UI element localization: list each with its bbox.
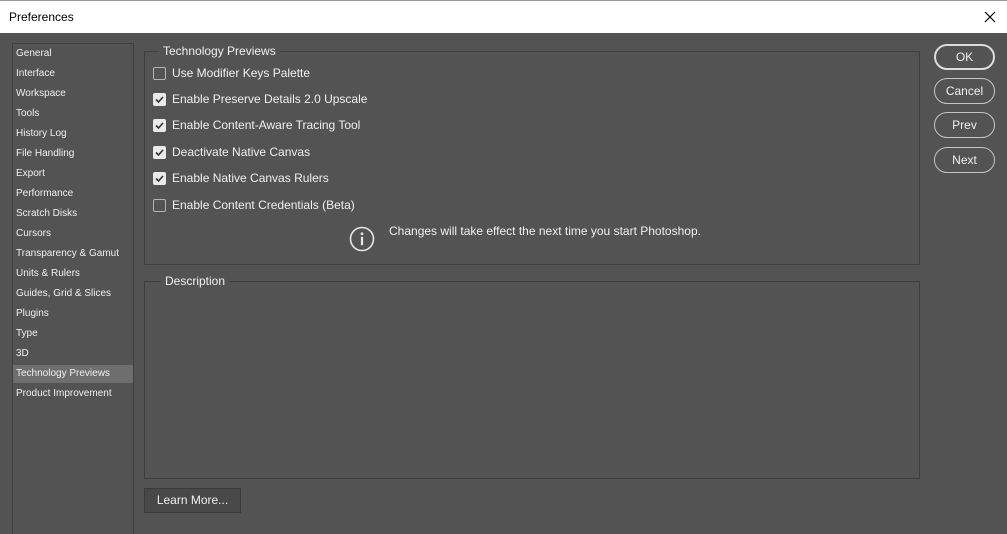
- learn-more-button[interactable]: Learn More...: [144, 488, 241, 513]
- option-label: Use Modifier Keys Palette: [172, 66, 311, 80]
- checkbox[interactable]: [153, 146, 166, 159]
- sidebar-item-3d[interactable]: 3D: [13, 345, 133, 363]
- checkbox[interactable]: [153, 119, 166, 132]
- info-icon: [349, 226, 375, 252]
- sidebar-item-cursors[interactable]: Cursors: [13, 225, 133, 243]
- sidebar-item-plugins[interactable]: Plugins: [13, 305, 133, 323]
- checkbox[interactable]: [153, 199, 166, 212]
- next-button[interactable]: Next: [934, 147, 995, 173]
- title-bar: Preferences: [0, 0, 1007, 33]
- sidebar-item-technology-previews[interactable]: Technology Previews: [13, 365, 133, 383]
- sidebar-item-type[interactable]: Type: [13, 325, 133, 343]
- checkmark-icon: [155, 122, 164, 130]
- sidebar-item-performance[interactable]: Performance: [13, 185, 133, 203]
- sidebar-item-workspace[interactable]: Workspace: [13, 85, 133, 103]
- sidebar-item-file-handling[interactable]: File Handling: [13, 145, 133, 163]
- option-label: Enable Content-Aware Tracing Tool: [172, 118, 361, 132]
- description-title: Description: [161, 274, 230, 288]
- technology-previews-title: Technology Previews: [159, 44, 280, 58]
- checkbox[interactable]: [153, 67, 166, 80]
- option-label: Enable Content Credentials (Beta): [172, 198, 355, 212]
- checkbox[interactable]: [153, 93, 166, 106]
- sidebar-item-scratch-disks[interactable]: Scratch Disks: [13, 205, 133, 223]
- sidebar-item-history-log[interactable]: History Log: [13, 125, 133, 143]
- sidebar-item-general[interactable]: General: [13, 45, 133, 63]
- sidebar-item-units-rulers[interactable]: Units & Rulers: [13, 265, 133, 283]
- sidebar-item-tools[interactable]: Tools: [13, 105, 133, 123]
- ok-button[interactable]: OK: [934, 44, 995, 70]
- description-group: [144, 281, 920, 479]
- close-icon: [984, 11, 996, 23]
- checkmark-icon: [155, 96, 164, 104]
- sidebar-item-export[interactable]: Export: [13, 165, 133, 183]
- sidebar-item-guides-grid-slices[interactable]: Guides, Grid & Slices: [13, 285, 133, 303]
- checkbox[interactable]: [153, 172, 166, 185]
- sidebar-item-product-improvement[interactable]: Product Improvement: [13, 385, 133, 403]
- checkmark-icon: [155, 175, 164, 183]
- window-title: Preferences: [9, 10, 74, 24]
- cancel-button[interactable]: Cancel: [934, 78, 995, 104]
- option-label: Enable Native Canvas Rulers: [172, 171, 329, 185]
- sidebar-item-interface[interactable]: Interface: [13, 65, 133, 83]
- prev-button[interactable]: Prev: [934, 112, 995, 138]
- close-button[interactable]: [977, 4, 1003, 30]
- checkmark-icon: [155, 149, 164, 157]
- option-label: Deactivate Native Canvas: [172, 145, 311, 159]
- preferences-dialog: Preferences General Interface Workspace …: [0, 0, 1007, 534]
- preferences-category-list: General Interface Workspace Tools Histor…: [12, 43, 134, 534]
- restart-notice: Changes will take effect the next time y…: [389, 224, 701, 238]
- option-label: Enable Preserve Details 2.0 Upscale: [172, 92, 368, 106]
- sidebar-item-transparency-gamut[interactable]: Transparency & Gamut: [13, 245, 133, 263]
